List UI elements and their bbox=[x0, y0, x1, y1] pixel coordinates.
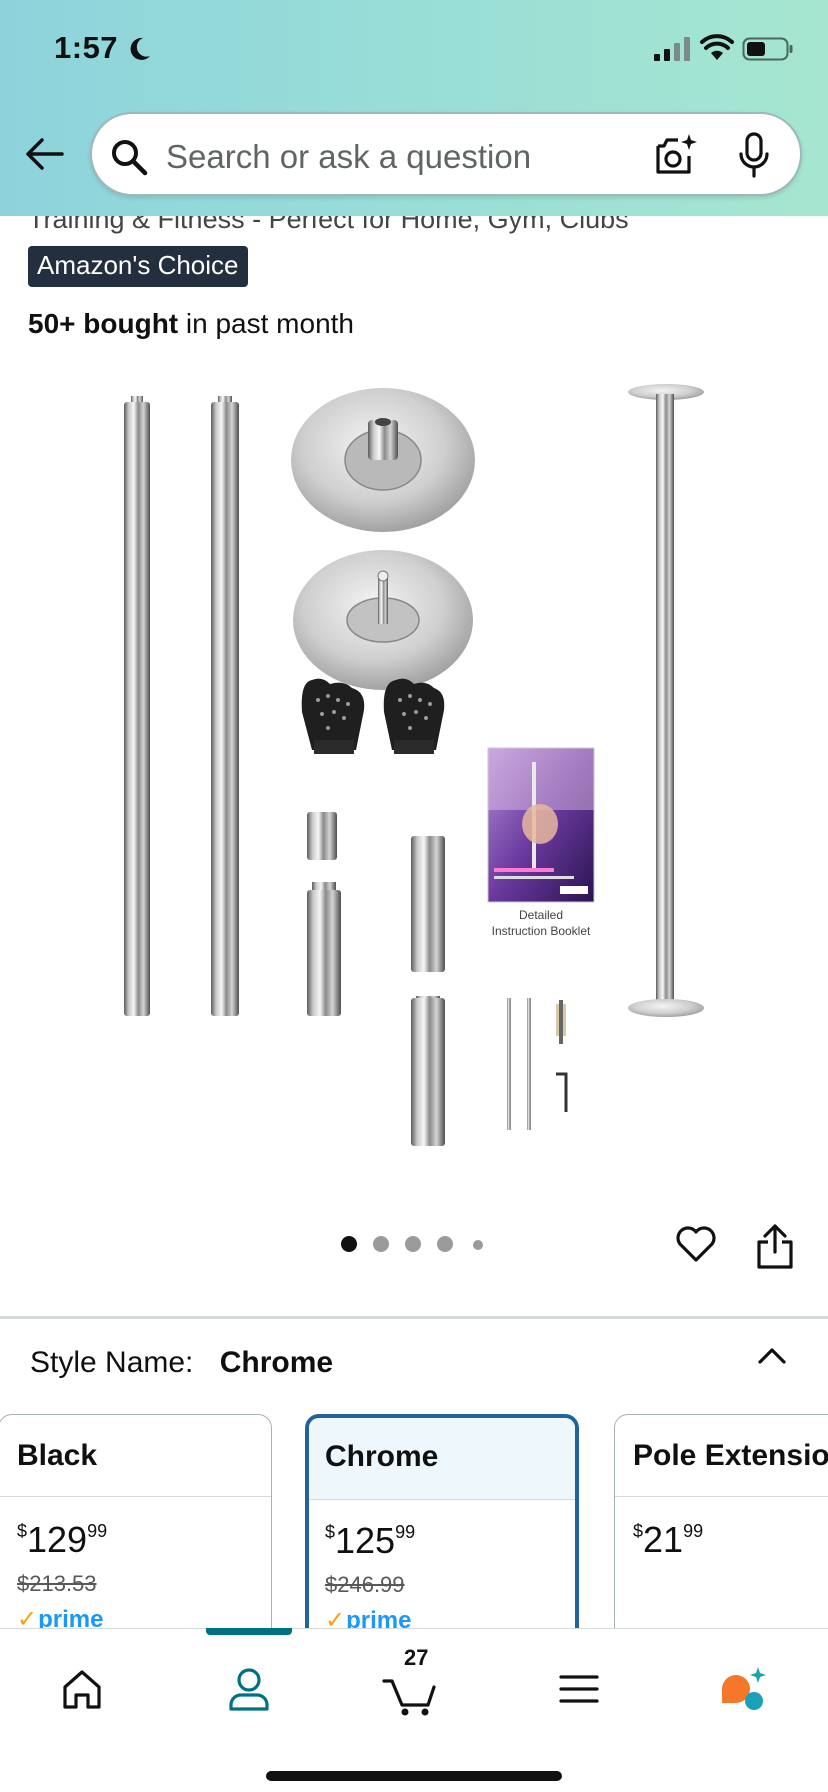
cart-count: 27 bbox=[404, 1645, 429, 1670]
gloves bbox=[301, 678, 445, 754]
variant-price: $12599 bbox=[325, 1520, 415, 1562]
style-name-row: Style Name: Chrome bbox=[30, 1346, 333, 1380]
extension-piece-2 bbox=[411, 836, 445, 972]
bought-count: 50+ bought in past month bbox=[28, 308, 354, 340]
price-cents: 99 bbox=[87, 1521, 108, 1541]
price-symbol: $ bbox=[325, 1522, 336, 1542]
variant-list-price: $213.53 bbox=[17, 1571, 97, 1596]
hardware-screws bbox=[507, 998, 568, 1130]
variant-name: Black bbox=[17, 1439, 98, 1472]
booklet-caption-1: Detailed bbox=[519, 908, 563, 922]
status-time: 1:57 bbox=[54, 30, 119, 65]
price-symbol: $ bbox=[633, 1521, 644, 1541]
search-placeholder: Search or ask a question bbox=[166, 138, 532, 175]
search-input[interactable]: Search or ask a question bbox=[90, 112, 802, 196]
short-connector bbox=[307, 812, 337, 860]
variant-card-black[interactable]: Black $12999 $213.53 ✓prime bbox=[0, 1414, 272, 1654]
instruction-booklet bbox=[487, 747, 595, 903]
extension-piece-1 bbox=[307, 882, 341, 1016]
variant-name: Pole Extension bbox=[633, 1439, 828, 1472]
chevron-up-icon[interactable] bbox=[752, 1338, 792, 1374]
menu-icon[interactable] bbox=[549, 1659, 609, 1719]
carousel-dot-3[interactable] bbox=[405, 1236, 421, 1252]
rufus-icon[interactable] bbox=[714, 1659, 774, 1719]
search-icon bbox=[112, 140, 148, 176]
bought-count-bold: 50+ bought bbox=[28, 308, 179, 339]
carousel-dot-1[interactable] bbox=[341, 1236, 357, 1252]
amazons-choice-badge[interactable]: Amazon's Choice bbox=[28, 246, 248, 287]
nav-active-indicator bbox=[206, 1628, 292, 1635]
booklet-caption-2: Instruction Booklet bbox=[492, 924, 591, 938]
price-symbol: $ bbox=[17, 1521, 28, 1541]
price-whole: 21 bbox=[643, 1519, 684, 1560]
product-image[interactable]: Detailed Instruction Booklet bbox=[0, 370, 828, 1160]
variant-card-header: Chrome bbox=[309, 1418, 575, 1500]
account-icon[interactable] bbox=[219, 1659, 279, 1719]
wifi-icon bbox=[700, 34, 734, 60]
long-pole-2 bbox=[211, 396, 239, 1016]
extension-piece-3 bbox=[411, 996, 445, 1146]
section-divider bbox=[0, 1316, 828, 1319]
moon-icon bbox=[130, 37, 150, 60]
price-cents: 99 bbox=[395, 1522, 416, 1542]
variant-card-pole-extension[interactable]: Pole Extension $2199 bbox=[614, 1414, 828, 1654]
variant-price: $12999 bbox=[17, 1519, 107, 1561]
mic-icon[interactable] bbox=[738, 132, 770, 178]
variant-list-price: $246.99 bbox=[325, 1572, 405, 1597]
top-plate bbox=[291, 388, 475, 532]
price-whole: 125 bbox=[335, 1520, 396, 1561]
home-icon[interactable] bbox=[52, 1659, 112, 1719]
variant-card-header: Black bbox=[0, 1415, 271, 1497]
price-whole: 129 bbox=[27, 1519, 88, 1560]
carousel-dot-2[interactable] bbox=[373, 1236, 389, 1252]
variant-card-header: Pole Extension bbox=[615, 1415, 828, 1497]
bought-count-rest: in past month bbox=[178, 308, 354, 339]
camera-icon[interactable] bbox=[652, 132, 698, 178]
back-arrow-icon[interactable] bbox=[22, 132, 66, 176]
home-indicator bbox=[266, 1771, 562, 1781]
style-label: Style Name: bbox=[30, 1346, 194, 1379]
battery-icon bbox=[742, 37, 793, 61]
price-cents: 99 bbox=[683, 1521, 704, 1541]
variant-card-chrome[interactable]: Chrome $12599 $246.99 ✓prime bbox=[305, 1414, 579, 1654]
share-icon[interactable] bbox=[754, 1222, 796, 1270]
signal-icon bbox=[654, 37, 690, 61]
header: 1:57 Search or ask a question bbox=[0, 0, 828, 216]
bottom-nav: 27 bbox=[0, 1628, 828, 1792]
assembled-pole bbox=[628, 384, 704, 1017]
bottom-plate bbox=[293, 550, 473, 690]
carousel-dot-4[interactable] bbox=[437, 1236, 453, 1252]
heart-icon[interactable] bbox=[674, 1222, 718, 1266]
long-pole-1 bbox=[124, 396, 150, 1016]
variant-name: Chrome bbox=[325, 1440, 439, 1473]
style-value: Chrome bbox=[219, 1346, 334, 1379]
carousel-dot-5[interactable] bbox=[473, 1240, 483, 1250]
variant-price: $2199 bbox=[633, 1519, 703, 1561]
